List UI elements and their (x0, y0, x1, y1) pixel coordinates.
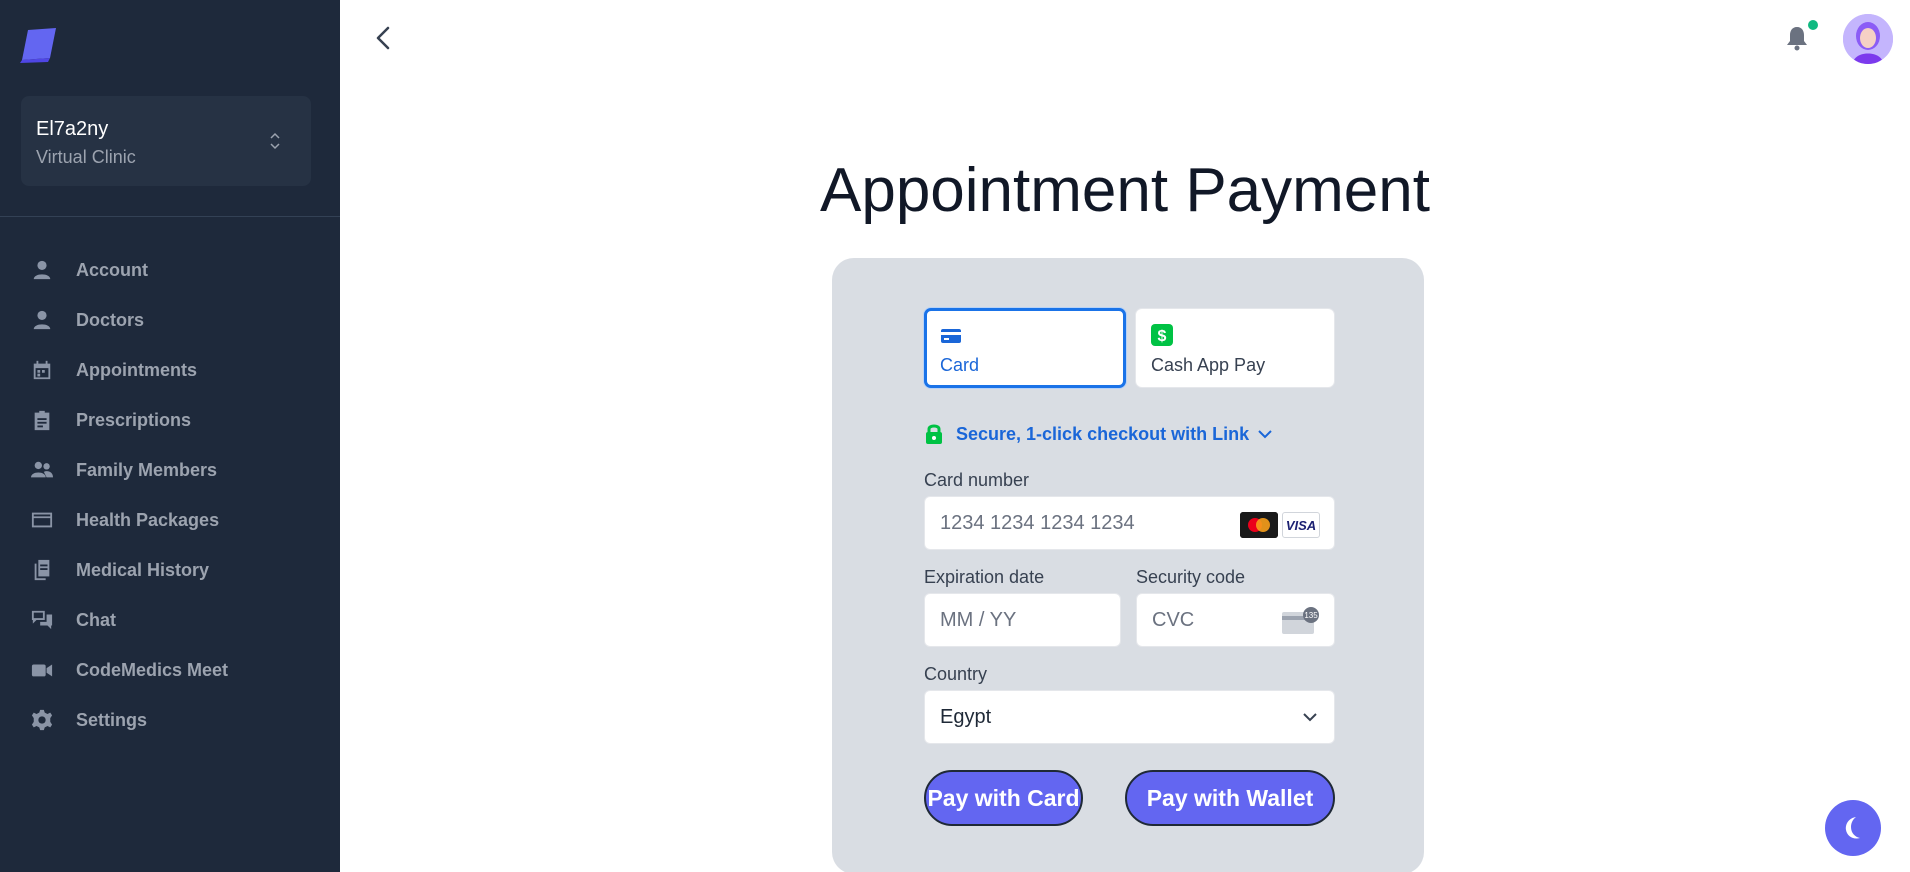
credit-card-icon (30, 508, 54, 532)
page-title: Appointment Payment (819, 156, 1430, 225)
sidebar-nav: Account Doctors Appointments Prescriptio… (0, 245, 340, 745)
documents-icon (30, 558, 54, 582)
card-number-label: Card number (924, 470, 1030, 490)
users-icon (30, 458, 54, 482)
sidebar-item-medical-history[interactable]: Medical History (0, 545, 340, 595)
bell-icon[interactable] (1785, 25, 1809, 51)
country-value: Egypt (940, 705, 992, 728)
user-icon (30, 258, 54, 282)
tab-label: Card (940, 355, 980, 375)
lock-icon (926, 424, 942, 444)
chat-icon (30, 608, 54, 632)
sidebar-item-label: Prescriptions (76, 409, 192, 430)
clipboard-icon (30, 408, 54, 432)
expiration-label: Expiration date (924, 567, 1045, 587)
sidebar-item-label: Health Packages (76, 509, 220, 530)
sidebar-item-label: Settings (76, 709, 148, 730)
sidebar-item-label: Chat (76, 609, 116, 630)
card-icon (941, 329, 961, 343)
pay-with-card-button[interactable]: Pay with Card (924, 770, 1083, 826)
country-select[interactable]: Egypt (924, 690, 1335, 744)
sidebar-item-chat[interactable]: Chat (0, 595, 340, 645)
sidebar-item-codemedics-meet[interactable]: CodeMedics Meet (0, 645, 340, 695)
clinic-switcher[interactable]: El7a2ny Virtual Clinic (21, 96, 311, 186)
security-code-input[interactable]: CVC 135 (1136, 593, 1335, 647)
svg-text:$: $ (1158, 328, 1167, 345)
card-number-input[interactable]: 1234 1234 1234 1234 VISA (924, 496, 1335, 550)
avatar[interactable] (1843, 14, 1893, 64)
sidebar-item-settings[interactable]: Settings (0, 695, 340, 745)
clinic-name: El7a2ny (36, 118, 109, 140)
sidebar-item-label: Doctors (76, 309, 145, 330)
video-icon (30, 658, 54, 682)
sidebar: El7a2ny Virtual Clinic Account Doctors A… (0, 0, 340, 872)
tab-card[interactable]: Card (924, 308, 1126, 388)
sidebar-item-label: CodeMedics Meet (76, 659, 229, 680)
notification-dot (1808, 20, 1818, 30)
expiration-placeholder: MM / YY (940, 608, 1017, 631)
sidebar-item-doctors[interactable]: Doctors (0, 295, 340, 345)
chevron-up-down-icon (270, 132, 280, 150)
dark-mode-toggle[interactable] (1825, 800, 1881, 856)
pay-with-wallet-button[interactable]: Pay with Wallet (1125, 770, 1335, 826)
chevron-down-icon (1258, 430, 1272, 439)
clinic-subtitle: Virtual Clinic (36, 147, 136, 167)
expiration-input[interactable]: MM / YY (924, 593, 1121, 647)
chevron-down-icon (1303, 713, 1317, 722)
sidebar-item-label: Medical History (76, 559, 210, 580)
app-logo[interactable] (20, 26, 60, 64)
link-checkout-text: Secure, 1-click checkout with Link (956, 423, 1250, 444)
avatar-image (1843, 14, 1893, 64)
sidebar-item-prescriptions[interactable]: Prescriptions (0, 395, 340, 445)
cvc-card-icon: 135 (1282, 607, 1319, 634)
payment-panel: Card $ Cash App Pay Secure, 1-click chec… (832, 258, 1424, 872)
back-arrow-icon[interactable] (368, 22, 398, 54)
user-icon (30, 308, 54, 332)
cvc-badge-text: 135 (1304, 611, 1318, 620)
cash-app-icon: $ (1151, 324, 1173, 346)
sidebar-item-label: Appointments (76, 359, 197, 380)
mastercard-icon (1240, 512, 1278, 538)
sidebar-item-family-members[interactable]: Family Members (0, 445, 340, 495)
sidebar-item-label: Family Members (76, 459, 218, 480)
link-checkout-toggle[interactable]: Secure, 1-click checkout with Link (924, 422, 1273, 446)
sidebar-item-appointments[interactable]: Appointments (0, 345, 340, 395)
visa-icon: VISA (1282, 512, 1320, 538)
sidebar-divider (0, 216, 340, 217)
calendar-icon (30, 358, 54, 382)
card-number-placeholder: 1234 1234 1234 1234 (940, 511, 1135, 534)
gear-icon (30, 708, 54, 732)
tab-label: Cash App Pay (1151, 355, 1266, 375)
country-label: Country (924, 664, 988, 684)
tab-cash-app-pay[interactable]: $ Cash App Pay (1135, 308, 1335, 388)
sidebar-item-account[interactable]: Account (0, 245, 340, 295)
security-code-label: Security code (1136, 567, 1246, 587)
sidebar-item-label: Account (76, 259, 148, 280)
security-code-placeholder: CVC (1152, 608, 1195, 631)
moon-icon (1845, 817, 1860, 839)
sidebar-item-health-packages[interactable]: Health Packages (0, 495, 340, 545)
